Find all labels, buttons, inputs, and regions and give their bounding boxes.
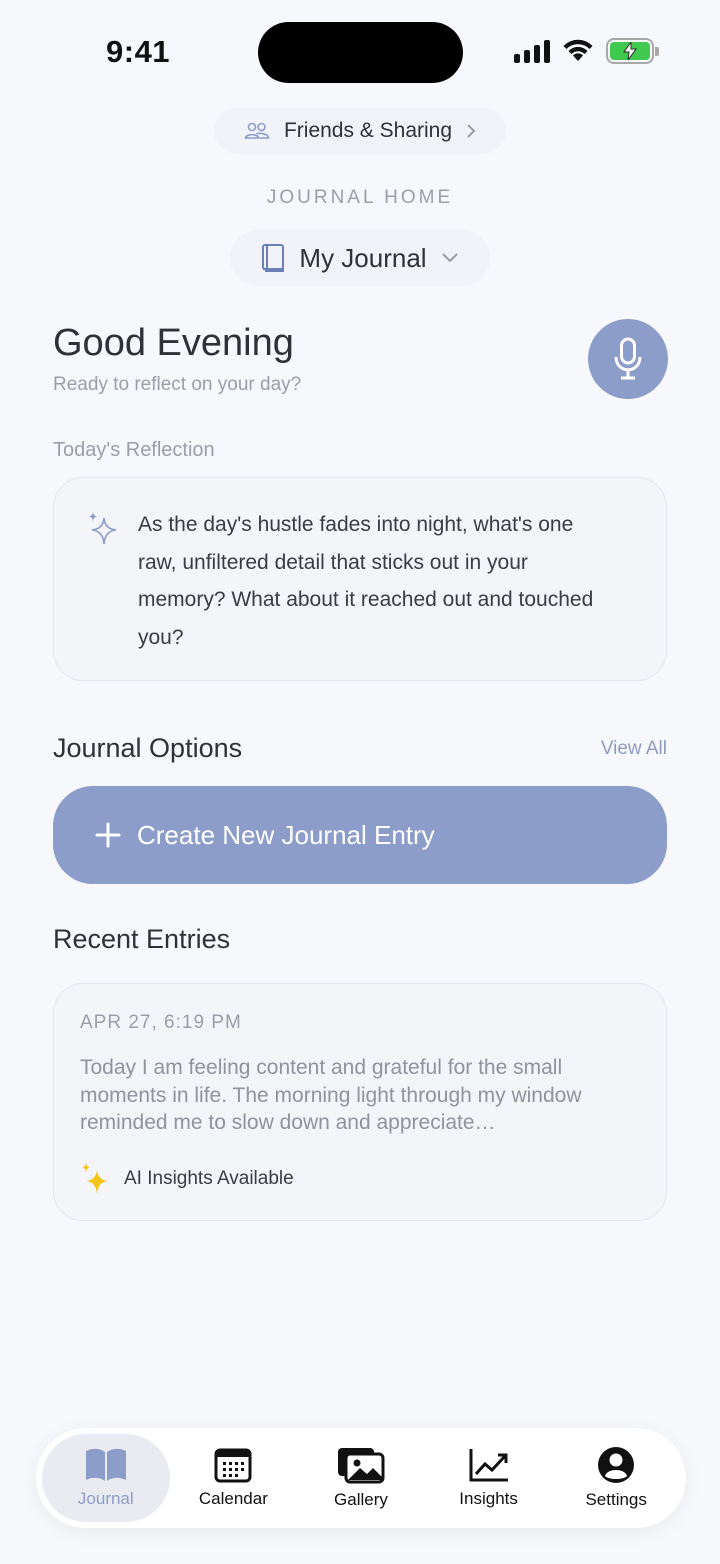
tab-gallery[interactable]: Gallery	[297, 1434, 425, 1522]
person-icon	[598, 1447, 635, 1483]
journal-selector[interactable]: My Journal	[230, 230, 490, 286]
entry-preview: Today I am feeling content and grateful …	[80, 1056, 582, 1134]
cellular-signal-icon	[514, 39, 550, 63]
tab-label: Journal	[77, 1489, 134, 1508]
recent-title: Recent Entries	[53, 924, 231, 954]
book-icon	[262, 244, 285, 272]
gallery-icon	[337, 1448, 385, 1484]
people-icon	[244, 122, 270, 139]
journal-name: My Journal	[299, 242, 427, 273]
reflection-card[interactable]: As the day's hustle fades into night, wh…	[53, 477, 667, 681]
dynamic-island	[258, 22, 463, 83]
friends-sharing-button[interactable]: Friends & Sharing	[214, 108, 506, 154]
create-entry-button[interactable]: Create New Journal Entry	[53, 786, 667, 884]
status-bar: 9:41	[0, 0, 720, 100]
ai-insights-label: AI Insights Available	[124, 1168, 294, 1189]
entry-date: APR 27, 6:19 PM	[80, 1012, 242, 1033]
tab-label: Gallery	[334, 1490, 388, 1509]
reflection-label: Today's Reflection	[53, 439, 215, 461]
tab-calendar[interactable]: Calendar	[170, 1434, 298, 1522]
tab-journal[interactable]: Journal	[42, 1434, 170, 1522]
tab-bar: Journal Calendar Gallery Insights Settin…	[36, 1428, 686, 1528]
chart-icon	[469, 1449, 508, 1482]
sparkles-icon	[82, 1163, 108, 1194]
chevron-down-icon	[441, 253, 458, 263]
tab-settings[interactable]: Settings	[552, 1434, 680, 1522]
view-all-link[interactable]: View All	[601, 738, 667, 760]
greeting-title: Good Evening	[53, 322, 294, 364]
book-icon	[85, 1448, 126, 1481]
status-icons	[514, 38, 659, 64]
tab-label: Calendar	[198, 1489, 268, 1508]
battery-icon	[606, 38, 659, 64]
entry-card[interactable]: APR 27, 6:19 PM Today I am feeling conte…	[53, 983, 667, 1221]
tab-label: Insights	[459, 1489, 518, 1508]
tab-insights[interactable]: Insights	[425, 1434, 553, 1522]
create-entry-label: Create New Journal Entry	[137, 819, 435, 850]
reflection-prompt: As the day's hustle fades into night, wh…	[138, 513, 594, 649]
ai-insights-badge: AI Insights Available	[80, 1162, 294, 1196]
calendar-icon	[214, 1448, 252, 1483]
friends-sharing-label: Friends & Sharing	[283, 119, 453, 142]
voice-entry-button[interactable]	[588, 319, 668, 399]
options-title: Journal Options	[53, 733, 243, 763]
status-time: 9:41	[106, 34, 171, 69]
chevron-right-icon	[467, 124, 476, 138]
section-heading: JOURNAL HOME	[266, 187, 454, 208]
microphone-icon	[614, 337, 642, 380]
plus-icon	[95, 822, 121, 848]
greeting-subtitle: Ready to reflect on your day?	[53, 374, 302, 395]
sparkle-icon	[89, 512, 117, 545]
tab-label: Settings	[585, 1490, 647, 1509]
wifi-icon	[563, 39, 593, 61]
